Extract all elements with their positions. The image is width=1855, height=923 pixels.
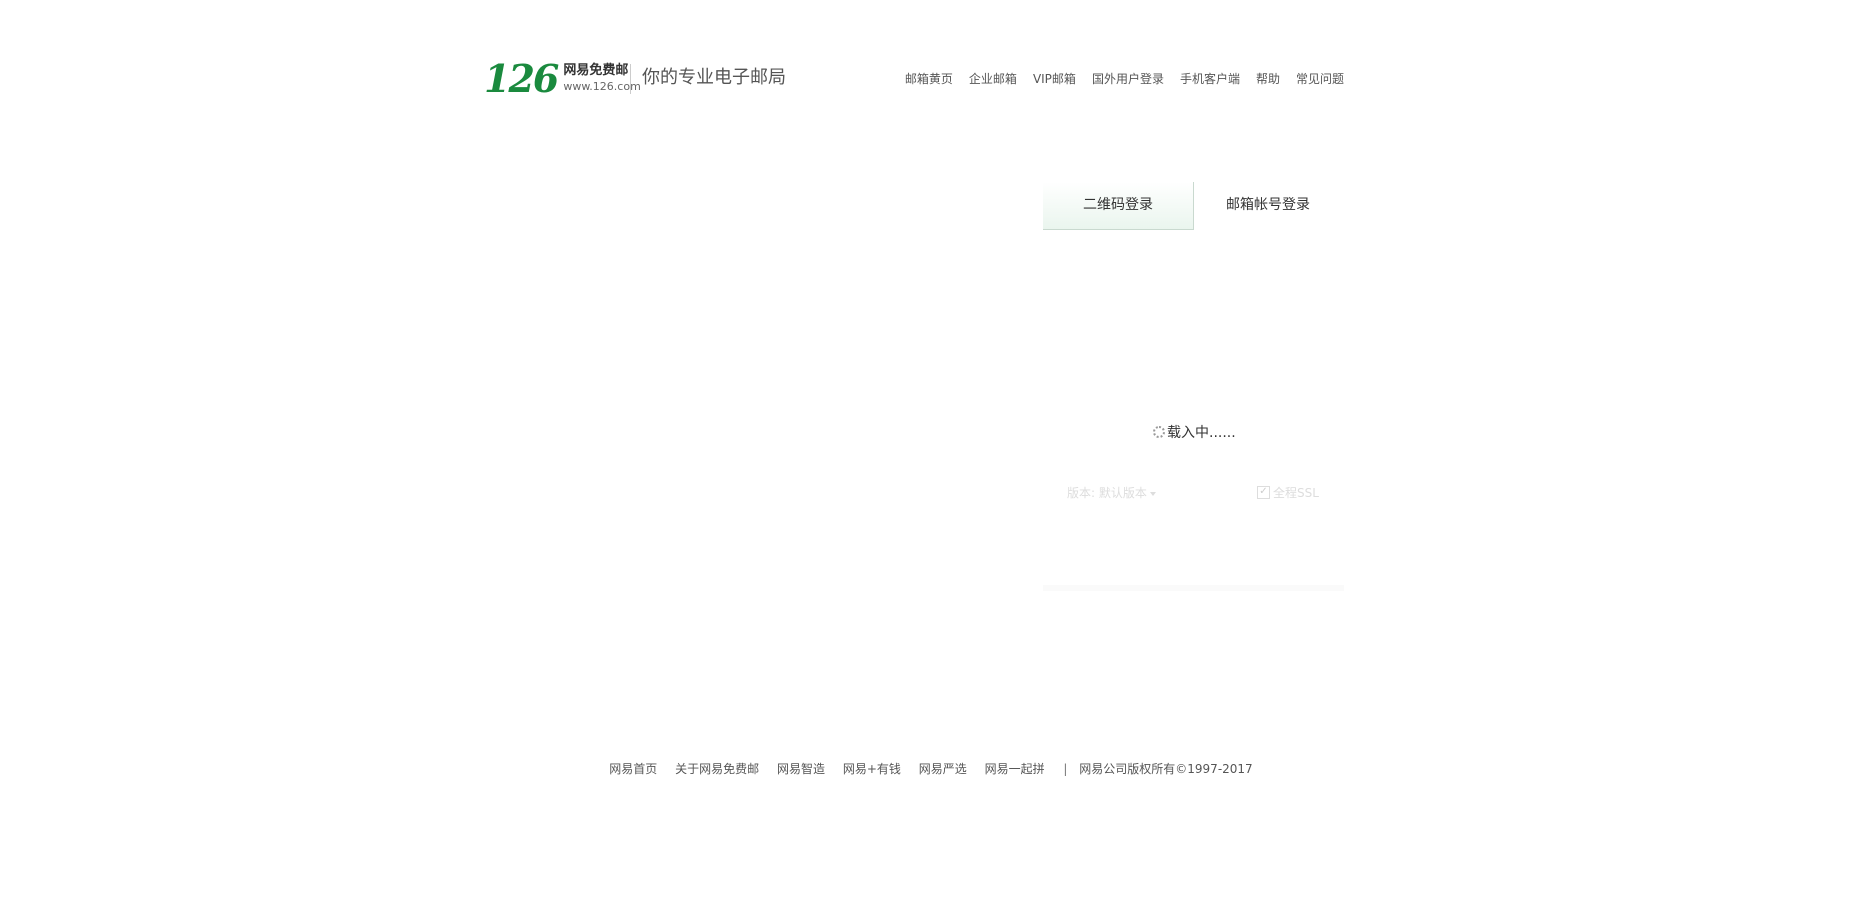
spinner-icon [1153,426,1165,438]
slogan: 你的专业电子邮局 [642,67,786,88]
nav-enterprise-mail[interactable]: 企业邮箱 [969,70,1017,88]
footer-separator: | [1063,762,1068,776]
caret-down-icon [1149,491,1156,496]
tab-qr-login[interactable]: 二维码登录 [1043,182,1194,230]
logo-number: 126 [484,56,559,101]
footer-link-zhizao[interactable]: 网易智造 [777,762,825,776]
ssl-checkbox[interactable]: ✓ [1257,486,1270,499]
logo-divider [630,64,631,94]
ssl-option[interactable]: ✓ 全程SSL [1257,484,1319,501]
nav-mobile-client[interactable]: 手机客户端 [1180,70,1240,88]
footer-link-yiqipin[interactable]: 网易一起拼 [985,762,1045,776]
loading-indicator: 载入中...... [1153,422,1236,442]
footer-link-netease-home[interactable]: 网易首页 [609,762,657,776]
nav-yellow-pages[interactable]: 邮箱黄页 [905,70,953,88]
nav-help[interactable]: 帮助 [1256,70,1280,88]
logo[interactable]: 126 网易免费邮 www.126.com [484,60,641,98]
footer: 网易首页 关于网易免费邮 网易智造 网易+有钱 网易严选 网易一起拼 | 网易公… [0,760,1855,777]
panel-bottom-divider [1043,585,1344,591]
copyright: 网易公司版权所有©1997-2017 [1079,762,1253,776]
footer-link-about[interactable]: 关于网易免费邮 [675,762,759,776]
loading-text: 载入中...... [1167,425,1236,441]
nav-faq[interactable]: 常见问题 [1296,70,1344,88]
login-panel: 二维码登录 邮箱帐号登录 载入中...... 版本: 默认版本 ✓ 全程SSL [1043,182,1344,592]
login-tabs: 二维码登录 邮箱帐号登录 [1043,182,1344,230]
footer-link-youqian[interactable]: 网易+有钱 [843,762,901,776]
top-nav: 邮箱黄页 企业邮箱 VIP邮箱 国外用户登录 手机客户端 帮助 常见问题 [889,70,1344,88]
header: 126 网易免费邮 www.126.com 你的专业电子邮局 邮箱黄页 企业邮箱… [484,60,1344,104]
footer-link-yanxuan[interactable]: 网易严选 [919,762,967,776]
page: 126 网易免费邮 www.126.com 你的专业电子邮局 邮箱黄页 企业邮箱… [0,0,1855,923]
version-label: 版本: 默认版本 [1067,486,1147,500]
nav-vip-mail[interactable]: VIP邮箱 [1033,70,1076,88]
nav-overseas-login[interactable]: 国外用户登录 [1092,70,1164,88]
tab-account-login[interactable]: 邮箱帐号登录 [1193,182,1343,229]
ssl-label: 全程SSL [1273,486,1319,500]
version-select[interactable]: 版本: 默认版本 [1067,484,1156,501]
